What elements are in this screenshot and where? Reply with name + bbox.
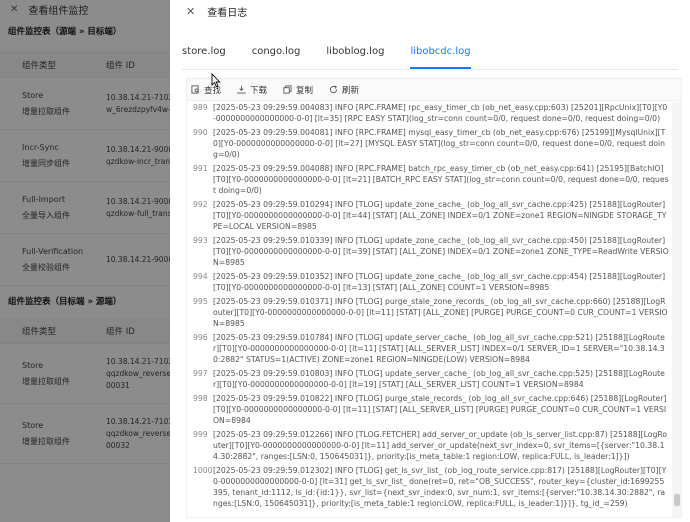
log-line-text: [2025-05-23 09:29:59.004081] INFO [RPC.F… [213, 128, 666, 159]
log-tabs: store.log congo.log liboblog.log libobcd… [182, 42, 678, 70]
drawer-title: 查看日志 [207, 7, 248, 19]
log-line: 995 [2025-05-23 09:29:59.010371] INFO [TL… [187, 296, 671, 329]
copy-button[interactable]: 复制 [283, 84, 313, 96]
log-line-number: 992 [193, 200, 208, 209]
download-icon [237, 85, 246, 94]
download-label: 下载 [250, 85, 268, 96]
refresh-button[interactable]: 刷新 [329, 84, 359, 96]
tab-store-log[interactable]: store.log [182, 42, 226, 69]
mouse-cursor-icon [211, 73, 221, 88]
log-line-number: 998 [193, 394, 208, 403]
log-line-text: [2025-05-23 09:29:59.004088] INFO [RPC.F… [213, 164, 669, 195]
log-line-text: [2025-05-23 09:29:59.010294] INFO [TLOG]… [213, 200, 667, 231]
log-line-text: [2025-05-23 09:29:59.010371] INFO [TLOG]… [213, 297, 668, 328]
log-line-number: 993 [193, 236, 208, 245]
tab-liboblog-log[interactable]: liboblog.log [326, 42, 384, 69]
download-button[interactable]: 下载 [237, 84, 267, 96]
log-line-number: 994 [193, 272, 208, 281]
log-line-number: 991 [193, 164, 208, 173]
log-panel: 查找 下载 复制 刷新 989 [2025-05-23 09:29:59.0040… [186, 78, 682, 518]
log-line: 996 [2025-05-23 09:29:59.010784] INFO [TL… [187, 332, 671, 365]
tab-libobcdc-log[interactable]: libobcdc.log [410, 42, 471, 69]
log-line-text: [2025-05-23 09:29:59.012302] INFO [TLOG]… [213, 466, 667, 508]
scrollbar[interactable] [672, 102, 681, 517]
log-line-number: 1000 [193, 466, 213, 475]
log-line-number: 996 [193, 333, 208, 342]
refresh-label: 刷新 [342, 85, 360, 96]
log-line: 991 [2025-05-23 09:29:59.004088] INFO [RP… [187, 163, 671, 196]
search-doc-icon [191, 85, 199, 94]
log-line-text: [2025-05-23 09:29:59.004083] INFO [RPC.F… [213, 103, 668, 123]
log-line: 999 [2025-05-23 09:29:59.012266] INFO [TL… [187, 429, 671, 462]
copy-label: 复制 [296, 85, 314, 96]
log-line-number: 989 [193, 103, 208, 112]
log-line-number: 990 [193, 128, 208, 137]
log-line-text: [2025-05-23 09:29:59.010784] INFO [TLOG]… [213, 333, 665, 364]
log-line: 1000 [2025-05-23 09:29:59.012302] INFO [T… [187, 465, 671, 509]
log-line: 994 [2025-05-23 09:29:59.010352] INFO [TL… [187, 271, 671, 293]
log-line: 992 [2025-05-23 09:29:59.010294] INFO [TL… [187, 199, 671, 232]
log-line-text: [2025-05-23 09:29:59.010339] INFO [TLOG]… [213, 236, 669, 267]
log-drawer: ✕ 查看日志 store.log congo.log liboblog.log … [170, 0, 690, 522]
log-line-text: [2025-05-23 09:29:59.012266] INFO [TLOG.… [213, 430, 668, 461]
log-toolbar: 查找 下载 复制 刷新 [187, 79, 681, 101]
log-line-text: [2025-05-23 09:29:59.010822] INFO [TLOG]… [213, 394, 667, 425]
drawer-header: ✕ 查看日志 [170, 0, 690, 22]
scroll-thumb[interactable] [674, 494, 680, 506]
log-line: 990 [2025-05-23 09:29:59.004081] INFO [RP… [187, 127, 671, 160]
log-line-number: 997 [193, 369, 208, 378]
log-line: 989 [2025-05-23 09:29:59.004083] INFO [RP… [187, 102, 671, 124]
refresh-icon [329, 85, 338, 94]
log-line: 993 [2025-05-23 09:29:59.010339] INFO [TL… [187, 235, 671, 268]
log-line-text: [2025-05-23 09:29:59.010352] INFO [TLOG]… [213, 272, 666, 292]
tab-congo-log[interactable]: congo.log [252, 42, 301, 69]
log-line-number: 995 [193, 297, 208, 306]
log-content[interactable]: 989 [2025-05-23 09:29:59.004083] INFO [RP… [187, 102, 671, 517]
copy-icon [283, 85, 292, 94]
log-line: 997 [2025-05-23 09:29:59.010803] INFO [TL… [187, 368, 671, 390]
log-line-text: [2025-05-23 09:29:59.010803] INFO [TLOG]… [213, 369, 665, 389]
close-icon[interactable]: ✕ [186, 5, 195, 18]
log-line-number: 999 [193, 430, 208, 439]
log-line: 998 [2025-05-23 09:29:59.010822] INFO [TL… [187, 393, 671, 426]
